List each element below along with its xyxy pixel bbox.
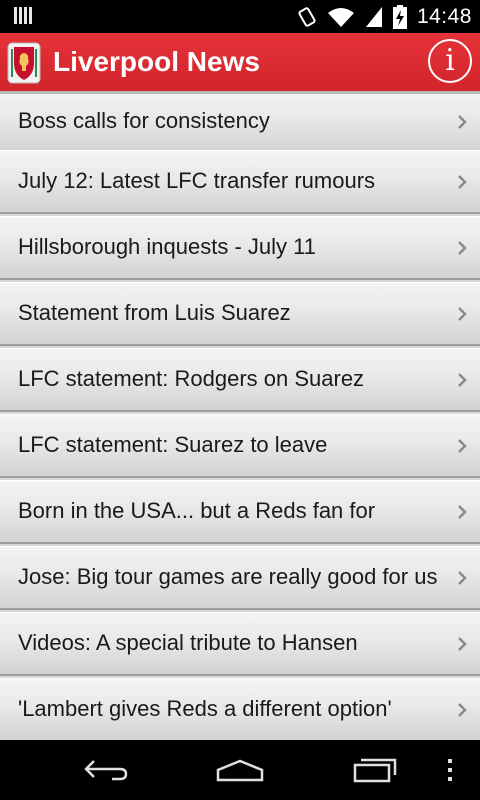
navigation-bar	[0, 740, 480, 800]
list-item[interactable]: Born in the USA... but a Reds fan for	[0, 480, 480, 544]
list-item[interactable]: LFC statement: Rodgers on Suarez	[0, 348, 480, 412]
screen: 14:48 Liverpool News i Boss calls for co…	[0, 0, 480, 800]
status-bar: 14:48	[0, 0, 480, 33]
chevron-right-icon	[458, 637, 467, 651]
list-item-title: Boss calls for consistency	[18, 108, 270, 133]
list-item-title: Hillsborough inquests - July 11	[18, 234, 316, 259]
list-item[interactable]: Hillsborough inquests - July 11	[0, 216, 480, 280]
list-item[interactable]: LFC statement: Suarez to leave	[0, 414, 480, 478]
chevron-right-icon	[458, 175, 467, 189]
list-item-title: Born in the USA... but a Reds fan for	[18, 498, 376, 523]
list-item[interactable]: Videos: A special tribute to Hansen	[0, 612, 480, 676]
vibrate-icon	[298, 6, 316, 27]
news-list[interactable]: Boss calls for consistency July 12: Late…	[0, 94, 480, 740]
liverpool-crest-icon	[7, 42, 41, 84]
app-title: Liverpool News	[53, 46, 260, 77]
info-icon: i	[445, 43, 455, 78]
list-item-title: LFC statement: Rodgers on Suarez	[18, 366, 365, 391]
back-icon	[84, 760, 128, 781]
wifi-icon	[327, 7, 354, 27]
chevron-right-icon	[458, 115, 467, 129]
chevron-right-icon	[458, 703, 467, 717]
list-item[interactable]: Jose: Big tour games are really good for…	[0, 546, 480, 610]
list-item[interactable]: 'Lambert gives Reds a different option'	[0, 678, 480, 740]
chevron-right-icon	[458, 373, 467, 387]
list-item-title: 'Lambert gives Reds a different option'	[18, 696, 392, 721]
action-bar: Liverpool News i	[0, 33, 480, 94]
list-item[interactable]: Boss calls for consistency	[0, 94, 480, 154]
back-button[interactable]	[61, 740, 151, 800]
home-icon	[216, 759, 264, 782]
chevron-right-icon	[458, 571, 467, 585]
list-item-title: July 12: Latest LFC transfer rumours	[18, 168, 376, 193]
status-icons: 14:48	[297, 0, 472, 33]
cellular-icon	[365, 6, 382, 27]
overflow-menu-button[interactable]	[420, 740, 480, 800]
home-button[interactable]	[195, 740, 285, 800]
list-item[interactable]: Statement from Luis Suarez	[0, 282, 480, 346]
list-item-title: LFC statement: Suarez to leave	[18, 432, 328, 457]
clock-time: 14:48	[416, 4, 472, 28]
recents-icon	[353, 758, 397, 783]
info-button[interactable]: i	[428, 39, 472, 83]
list-item[interactable]: July 12: Latest LFC transfer rumours	[0, 150, 480, 214]
list-item-title: Jose: Big tour games are really good for…	[18, 564, 438, 589]
list-item-title: Videos: A special tribute to Hansen	[18, 630, 358, 655]
menu-icon	[448, 759, 452, 781]
signal-bars-icon	[14, 7, 32, 24]
battery-charging-icon	[392, 4, 407, 29]
chevron-right-icon	[458, 505, 467, 519]
chevron-right-icon	[458, 307, 467, 321]
chevron-right-icon	[458, 439, 467, 453]
recents-button[interactable]	[330, 740, 420, 800]
list-item-title: Statement from Luis Suarez	[18, 300, 291, 325]
chevron-right-icon	[458, 241, 467, 255]
